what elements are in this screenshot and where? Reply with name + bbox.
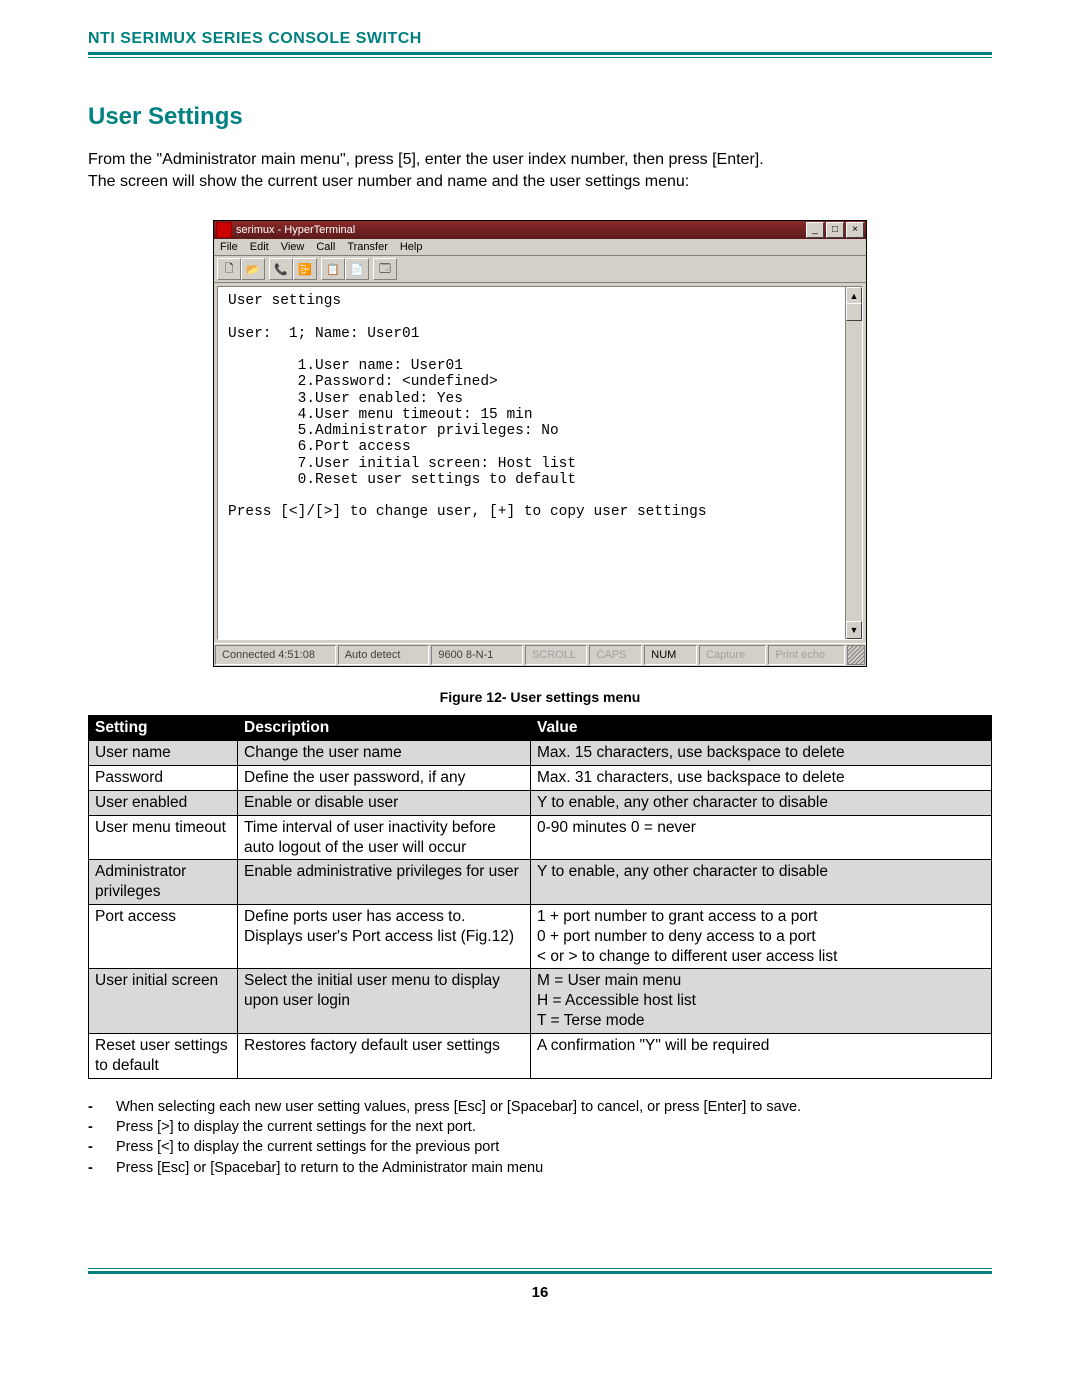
table-row: Reset user settings to defaultRestores f… [89,1033,992,1078]
tool-receive-icon[interactable]: 📄 [345,258,369,280]
scroll-thumb[interactable] [846,303,862,321]
close-button[interactable]: × [846,222,864,238]
note-dash: - [88,1158,116,1178]
cell-description: Define the user password, if any [238,766,531,791]
note-dash: - [88,1097,116,1117]
th-setting: Setting [89,716,238,741]
section-title: User Settings [88,103,992,131]
menubar: File Edit View Call Transfer Help [214,239,866,256]
notes-list: -When selecting each new user setting va… [88,1097,992,1178]
cell-description: Enable administrative privileges for use… [238,860,531,905]
cell-description: Change the user name [238,741,531,766]
note-dash: - [88,1137,116,1157]
note-item: -Press [<] to display the current settin… [88,1137,992,1157]
intro-text: From the "Administrator main menu", pres… [88,149,992,192]
scroll-down-icon[interactable]: ▼ [846,621,862,639]
cell-value: A confirmation "Y" will be required [531,1033,992,1078]
tool-hangup-icon[interactable]: 📴 [293,258,317,280]
minimize-button[interactable]: _ [806,222,824,238]
tool-new-icon[interactable]: 🗋 [217,258,241,280]
cell-value: 0-90 minutes 0 = never [531,815,992,860]
window-title: serimux - HyperTerminal [236,224,355,236]
table-row: User nameChange the user nameMax. 15 cha… [89,741,992,766]
app-icon [216,222,232,238]
table-row: Port accessDefine ports user has access … [89,904,992,968]
footer-rule [88,1268,992,1274]
cell-setting: User enabled [89,790,238,815]
status-scroll: SCROLL [525,645,588,665]
header-rule [88,52,992,58]
cell-description: Restores factory default user settings [238,1033,531,1078]
cell-setting: Reset user settings to default [89,1033,238,1078]
menu-transfer[interactable]: Transfer [347,241,388,253]
table-row: Administrator privilegesEnable administr… [89,860,992,905]
intro-line1: From the "Administrator main menu", pres… [88,151,764,168]
cell-setting: Port access [89,904,238,968]
cell-value: 1 + port number to grant access to a por… [531,904,992,968]
note-item: -Press [>] to display the current settin… [88,1117,992,1137]
table-row: User menu timeoutTime interval of user i… [89,815,992,860]
note-item: -When selecting each new user setting va… [88,1097,992,1117]
tool-open-icon[interactable]: 📂 [241,258,265,280]
status-caps: CAPS [589,645,642,665]
hyperterminal-window: serimux - HyperTerminal _ □ × File Edit … [213,220,867,667]
terminal-client: User settings User: 1; Name: User01 1.Us… [214,283,866,643]
menu-edit[interactable]: Edit [250,241,269,253]
page-number: 16 [88,1284,992,1301]
cell-setting: Password [89,766,238,791]
cell-setting: User menu timeout [89,815,238,860]
tool-call-icon[interactable]: 📞 [269,258,293,280]
note-item: -Press [Esc] or [Spacebar] to return to … [88,1158,992,1178]
menu-call[interactable]: Call [316,241,335,253]
resize-grip-icon[interactable] [847,645,865,665]
cell-description: Enable or disable user [238,790,531,815]
cell-value: Max. 15 characters, use backspace to del… [531,741,992,766]
titlebar: serimux - HyperTerminal _ □ × [214,221,866,239]
page-header: NTI SERIMUX SERIES CONSOLE SWITCH [88,30,992,48]
cell-value: Y to enable, any other character to disa… [531,860,992,905]
note-text: Press [<] to display the current setting… [116,1137,992,1157]
cell-description: Select the initial user menu to display … [238,969,531,1033]
note-dash: - [88,1117,116,1137]
cell-value: Y to enable, any other character to disa… [531,790,992,815]
menu-help[interactable]: Help [400,241,423,253]
note-text: Press [>] to display the current setting… [116,1117,992,1137]
status-detect: Auto detect [338,645,430,665]
cell-description: Define ports user has access to. Display… [238,904,531,968]
cell-value: Max. 31 characters, use backspace to del… [531,766,992,791]
status-proto: 9600 8-N-1 [431,645,523,665]
maximize-button[interactable]: □ [826,222,844,238]
tool-send-icon[interactable]: 📋 [321,258,345,280]
cell-setting: User name [89,741,238,766]
cell-setting: User initial screen [89,969,238,1033]
status-connected: Connected 4:51:08 [215,645,336,665]
terminal-output: User settings User: 1; Name: User01 1.Us… [218,287,862,639]
tool-properties-icon[interactable]: 🗔 [373,258,397,280]
statusbar: Connected 4:51:08 Auto detect 9600 8-N-1… [214,643,866,666]
table-row: User initial screenSelect the initial us… [89,969,992,1033]
menu-view[interactable]: View [281,241,305,253]
table-row: PasswordDefine the user password, if any… [89,766,992,791]
status-printecho: Print echo [768,645,845,665]
cell-description: Time interval of user inactivity before … [238,815,531,860]
scrollbar[interactable]: ▲ ▼ [845,287,862,639]
note-text: When selecting each new user setting val… [116,1097,992,1117]
note-text: Press [Esc] or [Spacebar] to return to t… [116,1158,992,1178]
th-value: Value [531,716,992,741]
cell-setting: Administrator privileges [89,860,238,905]
status-capture: Capture [699,645,766,665]
menu-file[interactable]: File [220,241,238,253]
toolbar: 🗋 📂 📞 📴 📋 📄 🗔 [214,256,866,283]
figure-caption: Figure 12- User settings menu [88,689,992,705]
status-num: NUM [644,645,697,665]
cell-value: M = User main menu H = Accessible host l… [531,969,992,1033]
intro-line2: The screen will show the current user nu… [88,173,689,190]
table-row: User enabledEnable or disable userY to e… [89,790,992,815]
th-description: Description [238,716,531,741]
settings-table: Setting Description Value User nameChang… [88,715,992,1078]
